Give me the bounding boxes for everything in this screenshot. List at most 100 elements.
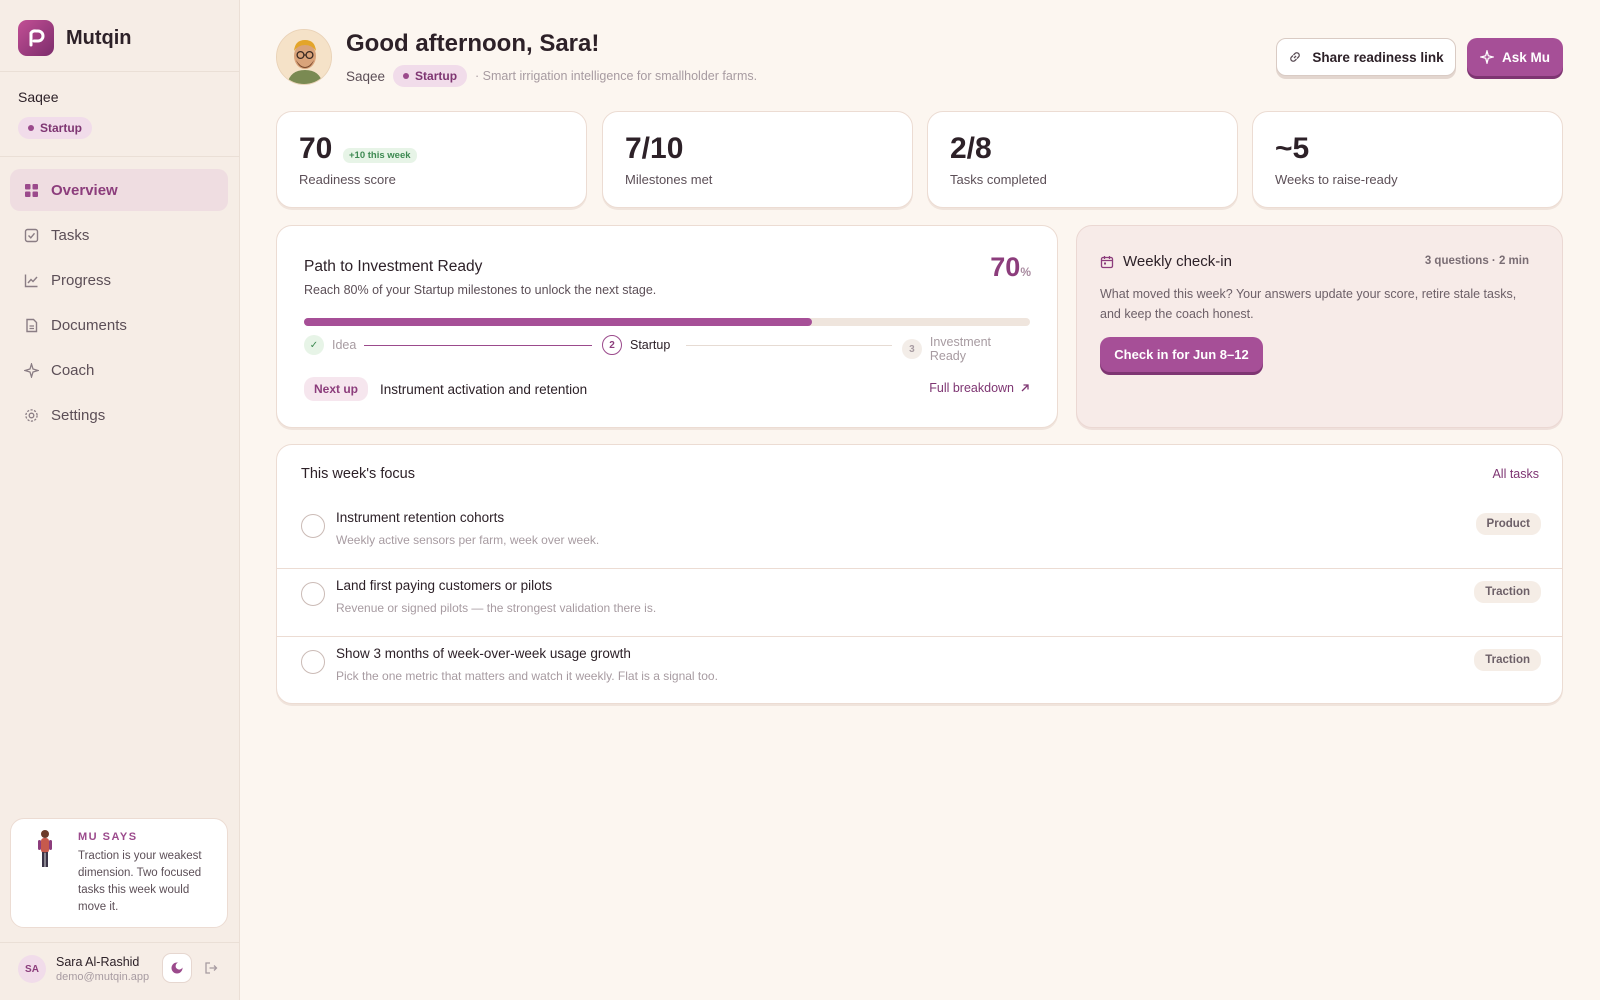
next-up-row: Next up Instrument activation and retent… bbox=[304, 377, 587, 401]
checkbox-icon bbox=[24, 228, 39, 242]
stat-delta-badge: +10 this week bbox=[343, 148, 417, 163]
stat-weeks-to-raise: ~5 Weeks to raise-ready bbox=[1252, 111, 1563, 208]
stat-label: Tasks completed bbox=[950, 172, 1047, 187]
task-tag: Product bbox=[1475, 513, 1541, 535]
task-subtitle: Revenue or signed pilots — the strongest… bbox=[336, 601, 657, 615]
task-subtitle: Pick the one metric that matters and wat… bbox=[336, 669, 718, 683]
brand[interactable]: Mutqin bbox=[18, 20, 132, 56]
stage-stepper: ✓ Idea 2 Startup 3 Investment Ready bbox=[304, 335, 1030, 363]
moon-icon bbox=[171, 962, 183, 974]
sidebar-item-overview[interactable]: Overview bbox=[10, 169, 228, 211]
sidebar-item-label: Documents bbox=[51, 316, 127, 334]
task-tag: Traction bbox=[1474, 649, 1541, 671]
chart-line-icon bbox=[24, 274, 38, 287]
path-to-investment-card: Path to Investment Ready Reach 80% of yo… bbox=[276, 225, 1058, 428]
full-breakdown-label: Full breakdown bbox=[929, 381, 1014, 395]
sidebar-item-tasks[interactable]: Tasks bbox=[10, 214, 228, 256]
focus-title: This week's focus bbox=[301, 466, 415, 482]
grid-icon bbox=[25, 183, 38, 197]
task-tag: Traction bbox=[1474, 581, 1541, 603]
path-title: Path to Investment Ready bbox=[304, 258, 483, 275]
dot-icon bbox=[28, 125, 34, 131]
progress-bar bbox=[304, 318, 1030, 326]
sidebar-nav: Overview Tasks Progress Documents Coach … bbox=[10, 169, 228, 439]
task-checkbox[interactable] bbox=[301, 582, 325, 606]
task-title: Land first paying customers or pilots bbox=[336, 578, 553, 593]
task-title: Instrument retention cohorts bbox=[336, 510, 505, 525]
user-profile: SA Sara Al-Rashid demo@mutqin.app bbox=[18, 953, 228, 983]
stat-value: 2/8 bbox=[950, 132, 992, 165]
task-row[interactable]: Land first paying customers or pilots Re… bbox=[277, 569, 1562, 637]
percent-value: 70 bbox=[990, 252, 1021, 282]
sidebar-item-coach[interactable]: Coach bbox=[10, 349, 228, 391]
avatar[interactable]: SA bbox=[18, 955, 46, 983]
path-description: Reach 80% of your Startup milestones to … bbox=[304, 283, 657, 297]
stat-label: Weeks to raise-ready bbox=[1275, 172, 1398, 187]
document-icon bbox=[26, 318, 38, 332]
org-name: Saqee bbox=[346, 68, 386, 84]
stage-badge: Startup bbox=[18, 117, 92, 139]
stat-value: 7/10 bbox=[625, 132, 684, 165]
step-label: Investment Ready bbox=[929, 335, 992, 363]
ask-label: Ask Mu bbox=[1501, 49, 1550, 65]
sparkle-icon bbox=[1479, 50, 1494, 64]
all-tasks-link[interactable]: All tasks bbox=[1492, 467, 1539, 481]
weekly-checkin-card: Weekly check-in 3 questions · 2 min What… bbox=[1076, 225, 1563, 428]
user-meta: Sara Al-Rashid demo@mutqin.app bbox=[56, 955, 149, 983]
step-connector bbox=[364, 345, 592, 346]
mu-says-text: Traction is your weakest dimension. Two … bbox=[78, 850, 202, 913]
theme-toggle-button[interactable] bbox=[162, 953, 192, 983]
task-checkbox[interactable] bbox=[301, 514, 325, 538]
stage-badge: Startup bbox=[393, 65, 468, 87]
step-label: Idea bbox=[332, 338, 357, 352]
ask-mu-button[interactable]: Ask Mu bbox=[1467, 38, 1563, 76]
step-idea: ✓ Idea bbox=[304, 335, 356, 355]
sparkle-icon bbox=[24, 362, 39, 378]
stat-label: Milestones met bbox=[625, 172, 713, 187]
sidebar-item-settings[interactable]: Settings bbox=[10, 394, 228, 436]
sidebar: Mutqin Saqee Startup Overview Tasks Prog… bbox=[0, 0, 240, 1000]
stat-value: ~5 bbox=[1275, 132, 1310, 165]
check-icon: ✓ bbox=[304, 335, 324, 355]
check-in-button[interactable]: Check in for Jun 8–12 bbox=[1100, 337, 1263, 372]
path-percent: 70% bbox=[990, 252, 1031, 283]
checkin-meta: 3 questions · 2 min bbox=[1424, 255, 1529, 267]
profile-avatar bbox=[276, 29, 332, 85]
mu-says-title: MU SAYS bbox=[78, 831, 138, 843]
progress-bar-fill bbox=[304, 318, 813, 326]
sidebar-item-progress[interactable]: Progress bbox=[10, 259, 228, 301]
divider bbox=[0, 156, 240, 157]
sidebar-item-label: Tasks bbox=[51, 226, 90, 244]
checkin-title: Weekly check-in bbox=[1123, 253, 1232, 270]
sidebar-item-documents[interactable]: Documents bbox=[10, 304, 228, 346]
full-breakdown-link[interactable]: Full breakdown bbox=[929, 381, 1030, 395]
gear-icon bbox=[25, 408, 38, 422]
sidebar-item-label: Progress bbox=[51, 271, 112, 289]
divider bbox=[0, 942, 240, 943]
step-number: 2 bbox=[602, 335, 622, 355]
step-connector bbox=[686, 345, 892, 346]
task-row[interactable]: Show 3 months of week-over-week usage gr… bbox=[277, 637, 1562, 703]
stage-label: Startup bbox=[40, 121, 82, 135]
step-number: 3 bbox=[902, 339, 922, 359]
user-email: demo@mutqin.app bbox=[56, 971, 150, 983]
dot-icon bbox=[403, 73, 410, 79]
tagline: · Smart irrigation intelligence for smal… bbox=[475, 69, 758, 83]
step-startup: 2 Startup bbox=[602, 335, 670, 355]
mu-says-card: MU SAYS Traction is your weakest dimensi… bbox=[10, 818, 228, 928]
logout-icon[interactable] bbox=[204, 961, 218, 975]
mu-character-icon bbox=[38, 830, 52, 867]
checkin-header: Weekly check-in bbox=[1100, 253, 1232, 270]
sidebar-item-label: Settings bbox=[51, 406, 106, 424]
calendar-icon bbox=[1100, 255, 1114, 268]
stat-label: Readiness score bbox=[299, 172, 396, 187]
share-readiness-button[interactable]: Share readiness link bbox=[1276, 38, 1456, 76]
checkin-text: What moved this week? Your answers updat… bbox=[1100, 287, 1517, 321]
task-row[interactable]: Instrument retention cohorts Weekly acti… bbox=[277, 501, 1562, 569]
stat-tasks-completed: 2/8 Tasks completed bbox=[927, 111, 1238, 208]
task-title: Show 3 months of week-over-week usage gr… bbox=[336, 646, 631, 661]
link-icon bbox=[1290, 52, 1301, 62]
sidebar-item-label: Coach bbox=[51, 361, 95, 379]
task-checkbox[interactable] bbox=[301, 650, 325, 674]
stage-label: Startup bbox=[415, 69, 458, 83]
